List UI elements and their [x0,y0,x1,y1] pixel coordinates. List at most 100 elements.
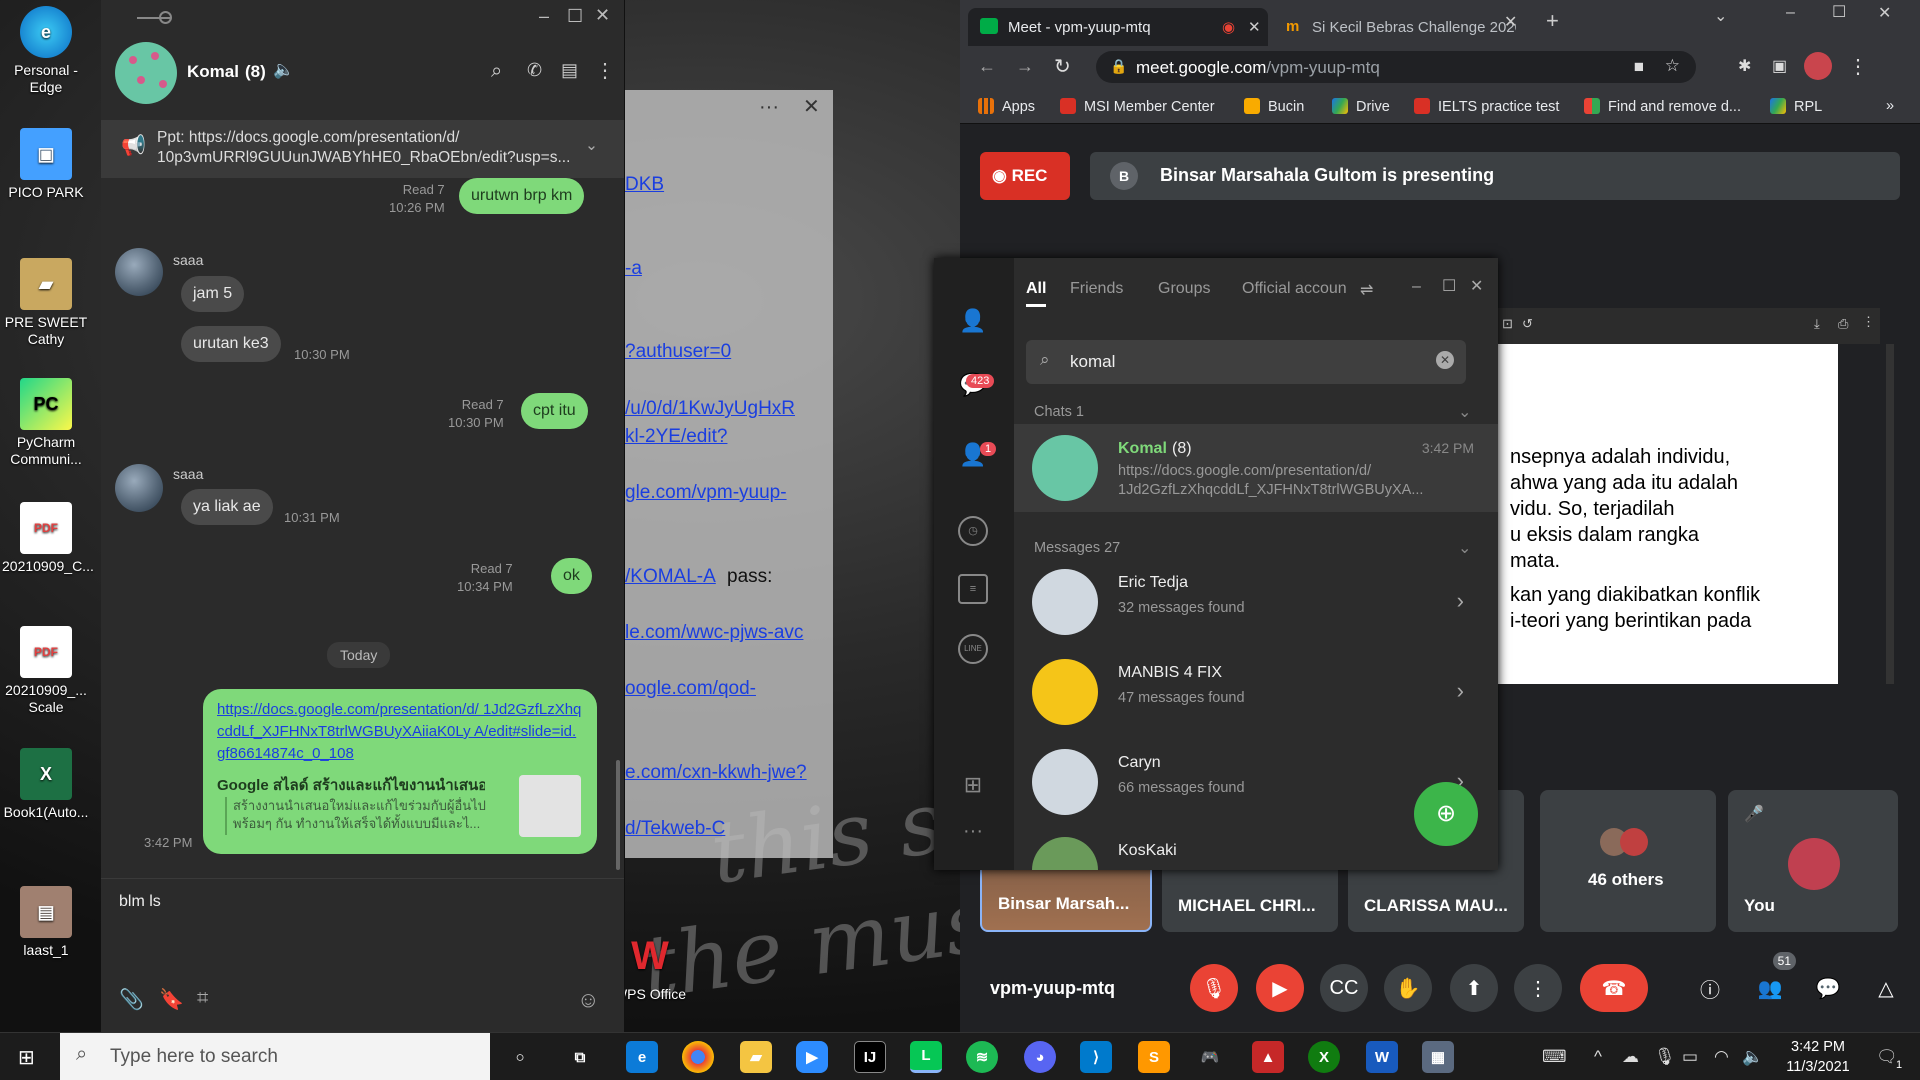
bookmark-msi[interactable]: MSI Member Center [1060,98,1215,115]
print-icon[interactable]: ⎙ [1838,316,1848,332]
announcement-bar[interactable]: 📢 Ppt: https://docs.google.com/presentat… [101,120,624,178]
task-view-icon[interactable]: ⧉ [564,1041,596,1073]
friends-icon[interactable]: 👤 [958,308,988,338]
link-text[interactable]: gle.com/vpm-yuup- [625,482,787,504]
zoom-icon[interactable]: ▶ [796,1041,828,1073]
more-icon[interactable]: ··· [958,818,988,848]
file-explorer-icon[interactable]: ▰ [740,1041,772,1073]
more-icon[interactable]: ··· [759,96,779,119]
chat-result-komal[interactable]: Komal (8) 3:42 PM https://docs.google.co… [1014,424,1498,512]
back-icon[interactable]: ← [978,56,996,77]
filter-icon[interactable]: ⇌ [1360,280,1373,300]
line-icon[interactable]: LINE [958,634,988,664]
notes-icon[interactable]: ▤ [561,60,578,81]
close-button[interactable]: ✕ [1878,3,1891,23]
more-icon[interactable]: ⋮ [595,58,615,83]
link-text[interactable]: oogle.com/qod- [625,678,756,700]
close-tab-icon[interactable]: ✕ [1504,12,1517,32]
message-bubble[interactable]: jam 5 [181,276,245,312]
tab-groups[interactable]: Groups [1158,280,1210,298]
link-text[interactable]: e.com/cxn-kkwh-jwe? [625,762,807,784]
emoji-icon[interactable]: ☺ [577,987,599,1013]
discord-icon[interactable]: ◕ [1024,1041,1056,1073]
bookmark-ielts[interactable]: IELTS practice test [1414,98,1559,115]
call-icon[interactable]: ✆ [527,60,542,81]
chrome-taskbar-icon[interactable] [682,1041,714,1073]
camera-off-button[interactable]: ▶ [1256,964,1304,1012]
avatar[interactable] [115,248,163,296]
taskbar-clock[interactable]: 3:42 PM 11/3/2021 [1770,1037,1866,1077]
onedrive-icon[interactable]: ☁ [1622,1047,1639,1067]
chat-button[interactable]: 💬 [1804,964,1852,1012]
mic-off-button[interactable]: 🎙 [1190,964,1238,1012]
more-bookmarks-icon[interactable]: » [1886,98,1894,114]
bookmark-rpl[interactable]: RPL [1770,98,1822,115]
minimize-button[interactable]: – [1412,278,1421,296]
tab-all[interactable]: All [1026,280,1047,307]
clear-search-button[interactable]: ✕ [1436,351,1454,369]
chevron-down-icon[interactable]: ⌄ [1458,538,1471,558]
close-icon[interactable]: ✕ [803,94,820,119]
maximize-button[interactable]: ☐ [1832,2,1846,22]
spotify-icon[interactable]: ≋ [966,1041,998,1073]
message-bubble[interactable]: urutan ke3 [181,326,281,362]
participant-tile-others[interactable]: 46 others [1540,790,1716,932]
bookmark-find-remove[interactable]: Find and remove d... [1584,98,1741,115]
message-input[interactable]: blm ls [119,893,161,911]
desktop-icon-folder[interactable]: ▰ PRE SWEET Cathy [2,258,90,348]
chat-scrollbar[interactable] [616,760,620,870]
taskbar-search[interactable]: ⌕ Type here to search [60,1033,490,1080]
microphone-icon[interactable]: 🎙 [1654,1047,1676,1067]
desktop-icon-pico-park[interactable]: ▣ PICO PARK [2,128,90,201]
desktop-icon-image[interactable]: ▤ laast_1 [2,886,90,959]
captions-button[interactable]: CC [1320,964,1368,1012]
chevron-down-icon[interactable]: ⌄ [1458,402,1471,422]
tab-official-accounts[interactable]: Official accoun [1242,280,1352,298]
search-icon[interactable]: ⌕ [491,60,502,83]
info-button[interactable]: ⓘ [1686,964,1734,1012]
close-button[interactable]: ✕ [1470,276,1483,296]
vscode-icon[interactable]: ⟩ [1080,1041,1112,1073]
slide-scrollbar[interactable] [1886,344,1894,684]
bookmark-bucin[interactable]: Bucin [1244,98,1304,115]
calculator-icon[interactable]: ▦ [1422,1041,1454,1073]
profile-avatar[interactable] [1804,52,1832,80]
avatar[interactable] [115,464,163,512]
search-input[interactable]: ⌕ komal ✕ [1026,340,1466,384]
people-button[interactable]: 👥 51 [1746,952,1796,1012]
cortana-icon[interactable]: ○ [504,1041,536,1073]
menu-icon[interactable]: ⋮ [1848,54,1868,79]
tab-search-icon[interactable]: ⌄ [1714,6,1727,26]
keyboard-icon[interactable]: ⌨ [1542,1047,1567,1067]
present-button[interactable]: ⬆ [1450,964,1498,1012]
video-add-icon[interactable]: ⊞ [958,772,988,802]
windows-start-icon[interactable]: ⊞ [18,1045,35,1070]
message-result[interactable]: MANBIS 4 FIX 47 messages found › [1014,648,1498,736]
tab-friends[interactable]: Friends [1070,280,1123,298]
notification-icon[interactable]: 🗨 [1876,1047,1898,1067]
link-text[interactable]: /u/0/d/1KwJyUgHxR [625,398,795,420]
more-options-button[interactable]: ⋮ [1514,964,1562,1012]
tab-bebras[interactable]: m Si Kecil Bebras Challenge 2020 (4 [1272,8,1516,46]
avatar[interactable] [115,42,177,104]
gamepad-icon[interactable]: 🎮 [1194,1041,1226,1073]
xbox-icon[interactable]: X [1308,1041,1340,1073]
raise-hand-button[interactable]: ✋ [1384,964,1432,1012]
pin-handle[interactable] [159,11,172,24]
link-text[interactable]: ?authuser=0 [625,341,731,363]
message-result[interactable]: Eric Tedja 32 messages found › [1014,558,1498,646]
message-link[interactable]: https://docs.google.com/presentation/d/ … [217,699,583,765]
rotate-icon[interactable]: ↺ [1522,316,1533,332]
bookmark-apps[interactable]: Apps [978,98,1035,115]
address-bar[interactable]: 🔒 meet.google.com/vpm-yuup-mtq ■ ☆ [1096,51,1696,83]
battery-icon[interactable]: ▭ [1682,1047,1698,1067]
attach-icon[interactable]: 📎 [119,987,144,1012]
desktop-icon-pycharm[interactable]: PC PyCharm Communi... [2,378,90,468]
sidebar-icon[interactable]: ▣ [1772,56,1787,76]
chevron-up-icon[interactable]: ^ [1594,1047,1602,1067]
notes-icon[interactable]: ≡ [958,574,988,604]
game-icon[interactable]: ▲ [1252,1041,1284,1073]
more-icon[interactable]: ⋮ [1862,314,1875,330]
leave-call-button[interactable]: ☎ [1580,964,1648,1012]
history-icon[interactable]: ◷ [958,516,988,546]
